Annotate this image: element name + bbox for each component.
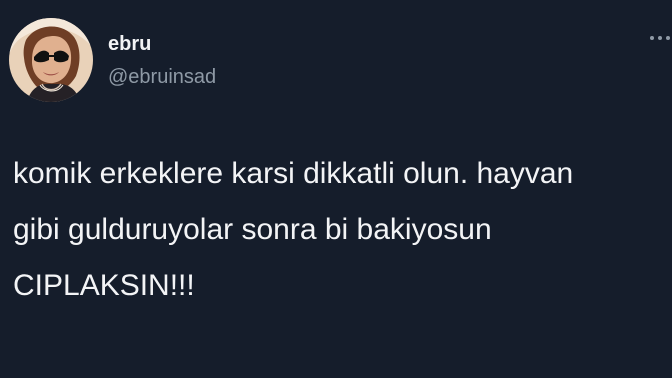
tweet-text-line: komik erkeklere karsi dikkatli olun. hay… <box>13 157 574 190</box>
tweet-text-line: gibi gulduruyolar sonra bi bakiyosun <box>13 213 492 246</box>
more-options-button[interactable] <box>648 28 672 48</box>
tweet-text: komik erkeklere karsi dikkatli olun. hay… <box>13 146 672 314</box>
profile-photo <box>9 18 93 102</box>
tweet-text-line: CIPLAKSIN!!! <box>13 269 195 302</box>
user-handle[interactable]: @ebruinsad <box>108 67 216 87</box>
tweet-card: ebru @ebruinsad komik erkeklere karsi di… <box>0 0 672 378</box>
avatar[interactable] <box>9 18 93 102</box>
more-horizontal-icon <box>650 36 670 40</box>
display-name[interactable]: ebru <box>108 34 151 54</box>
